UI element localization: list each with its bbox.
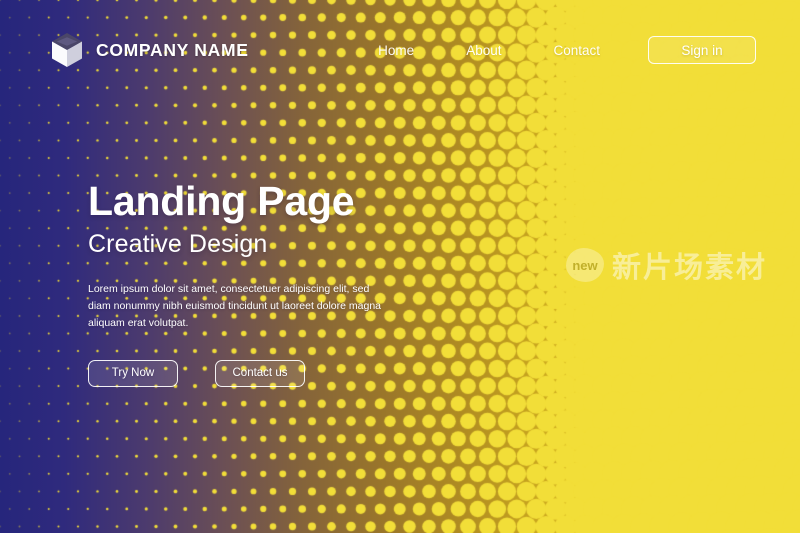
hero-section: Landing Page Creative Design Lorem ipsum… [88,178,418,387]
page-content: COMPANY NAME Home About Contact Sign in … [0,0,800,533]
try-now-button[interactable]: Try Now [88,359,178,387]
page-subtitle: Creative Design [88,230,268,259]
landing-page: COMPANY NAME Home About Contact Sign in … [0,0,800,533]
cta-button-row: Try Now Contact us [88,359,418,387]
hero-description: Lorem ipsum dolor sit amet, consectetuer… [88,282,382,329]
page-title: Landing Page [88,178,355,224]
cube-icon [50,32,84,68]
site-header: COMPANY NAME Home About Contact Sign in [50,32,756,68]
sign-in-button[interactable]: Sign in [648,36,756,64]
main-navigation: Home About Contact Sign in [352,36,756,64]
company-name: COMPANY NAME [96,39,249,60]
brand[interactable]: COMPANY NAME [50,32,249,68]
watermark-text: 新片场素材 [612,252,768,284]
contact-us-button[interactable]: Contact us [215,359,305,387]
nav-item-contact[interactable]: Contact [527,43,626,58]
nav-item-about[interactable]: About [440,43,527,58]
watermark-badge: new [566,248,604,282]
nav-item-home[interactable]: Home [352,43,440,58]
stock-watermark: new 新片场素材 [566,244,767,286]
